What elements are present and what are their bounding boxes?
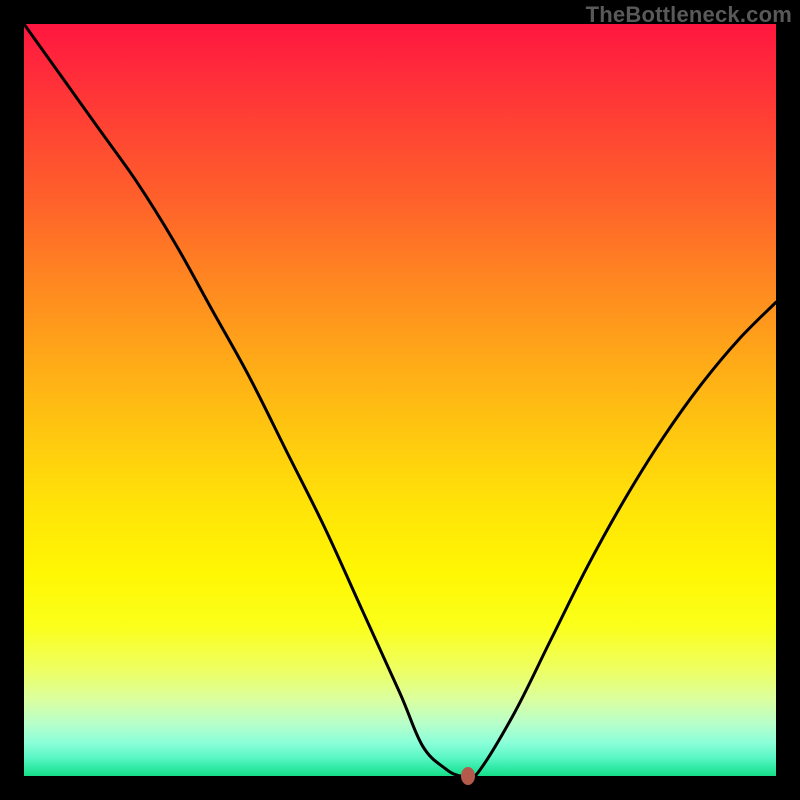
plot-area xyxy=(24,24,776,776)
optimal-point-marker xyxy=(461,767,475,785)
chart-container: TheBottleneck.com xyxy=(0,0,800,800)
bottleneck-curve xyxy=(24,24,776,776)
watermark-text: TheBottleneck.com xyxy=(586,2,792,28)
